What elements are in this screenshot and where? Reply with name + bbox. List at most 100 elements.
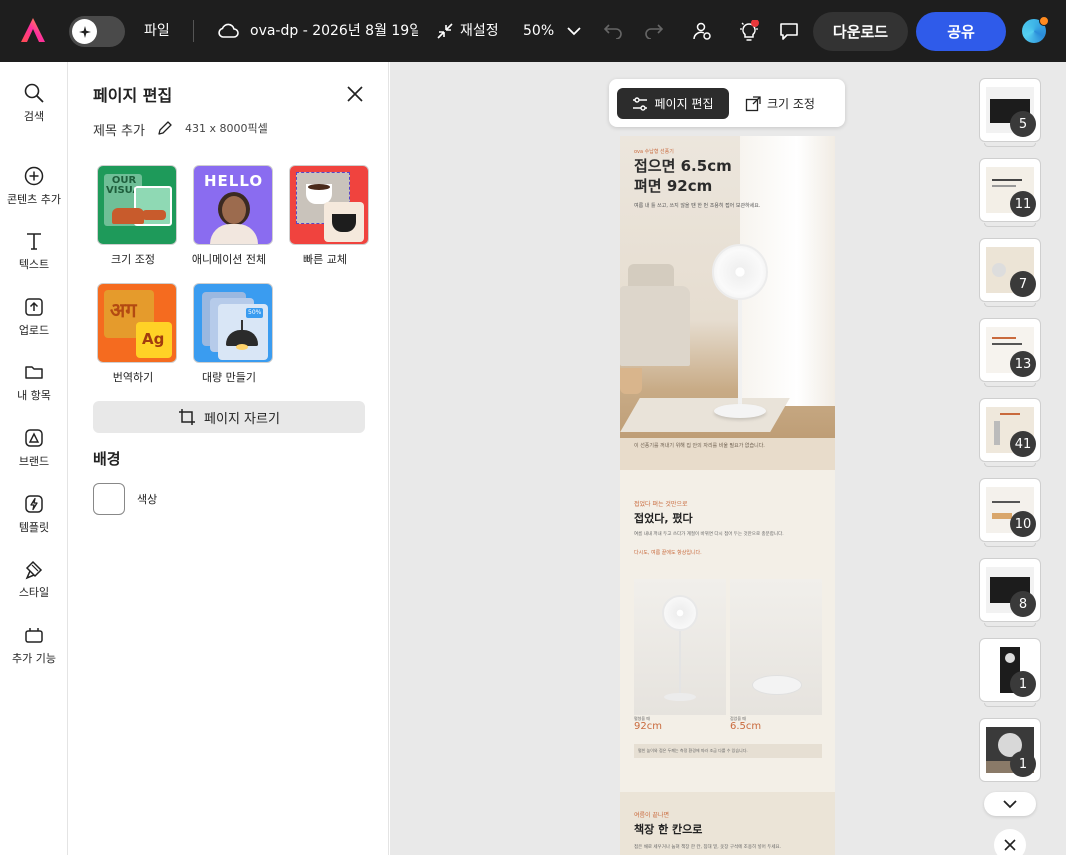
background-color-swatch[interactable] xyxy=(93,483,125,515)
page-thumbnail[interactable]: 13 xyxy=(979,318,1041,387)
chevron-down-icon xyxy=(1003,800,1017,809)
collaborate-icon[interactable] xyxy=(690,19,714,43)
template-icon xyxy=(25,495,43,513)
rail-label: 스타일 xyxy=(18,586,50,599)
closed-value: 6.5cm xyxy=(730,721,762,732)
rail-item-brand[interactable]: 브랜드 xyxy=(0,427,68,469)
sparkle-icon xyxy=(72,19,97,44)
rail-label: 추가 기능 xyxy=(12,652,56,665)
page-toolbar: 페이지 편집 크기 조정 xyxy=(609,79,845,127)
cloud-icon[interactable] xyxy=(216,19,240,43)
crop-icon xyxy=(179,409,196,425)
section-title: 접었다, 폈다 xyxy=(634,512,693,525)
crop-page-button[interactable]: 페이지 자르기 xyxy=(93,401,365,433)
tool-resize[interactable]: OUR VISUAL 크기 조정 xyxy=(85,165,181,267)
addons-icon xyxy=(25,628,43,643)
close-icon[interactable] xyxy=(345,84,365,104)
rail-item-my-items[interactable]: 내 항목 xyxy=(0,361,68,403)
file-menu[interactable]: 파일 xyxy=(144,0,170,62)
close-thumbnails-button[interactable] xyxy=(994,829,1026,855)
page-count-badge: 7 xyxy=(1010,271,1036,297)
search-icon xyxy=(24,83,44,103)
fan-image xyxy=(712,244,768,300)
sliders-icon xyxy=(633,96,648,111)
hero-title-line: 펴면 92cm xyxy=(634,177,713,195)
resize-button[interactable]: 크기 조정 xyxy=(745,88,835,119)
page-thumbnail[interactable]: 5 xyxy=(979,78,1041,147)
plus-circle-icon xyxy=(24,166,44,186)
section-kicker: 여름이 끝나면 xyxy=(634,812,670,819)
rail-item-addons[interactable]: 추가 기능 xyxy=(0,624,68,666)
tool-label: 애니메이션 전체 xyxy=(191,253,267,266)
divider xyxy=(193,20,194,42)
page-count-badge: 11 xyxy=(1010,191,1036,217)
panel-title: 페이지 편집 xyxy=(93,86,173,105)
rail-item-search[interactable]: 검색 xyxy=(0,82,68,124)
rail-item-text[interactable]: 텍스트 xyxy=(0,230,68,272)
tool-label: 크기 조정 xyxy=(111,253,155,266)
page-count-badge: 1 xyxy=(1010,671,1036,697)
collapse-arrows-icon[interactable] xyxy=(433,19,457,43)
tool-translate[interactable]: अग Ag 번역하기 xyxy=(85,283,181,385)
tool-animate-all[interactable]: HELLO 애니메이션 전체 xyxy=(181,165,277,267)
close-icon xyxy=(1004,839,1016,851)
generate-toggle[interactable] xyxy=(69,16,125,47)
page-thumbnail[interactable]: 11 xyxy=(979,158,1041,227)
redo-icon[interactable] xyxy=(642,19,666,43)
bulk-thumbnail: 50% xyxy=(193,283,273,363)
tool-label: 대량 만들기 xyxy=(201,371,257,384)
comment-icon[interactable] xyxy=(777,19,801,43)
thumb-text: अग xyxy=(110,298,137,322)
lightbulb-icon[interactable] xyxy=(737,19,761,43)
rail-item-add-content[interactable]: 콘텐츠 추가 xyxy=(0,165,68,207)
rail-item-templates[interactable]: 템플릿 xyxy=(0,493,68,535)
design-page[interactable]: 이 선풍기를 꺼내기 위해 집 안의 자리를 비울 필요가 없습니다. ova … xyxy=(620,136,835,855)
canvas-area[interactable]: 페이지 편집 크기 조정 이 선풍기를 꺼내기 위해 집 안의 자리를 비울 필… xyxy=(390,62,1066,855)
share-button[interactable]: 공유 xyxy=(916,12,1006,51)
thumb-text: HELLO xyxy=(204,172,264,190)
tool-bulk-create[interactable]: 50% 대량 만들기 xyxy=(181,283,277,385)
hero-kicker: ova 수납형 선풍기 xyxy=(634,149,674,155)
document-title[interactable]: ova-dp - 2026년 8월 19일 1! xyxy=(250,0,418,62)
hero-subtitle: 여름 내 틀 쓰고, 쓰지 않을 땐 한 번 조용히 접어 보관하세요. xyxy=(634,203,761,209)
page-thumbnail[interactable]: 1 xyxy=(979,718,1041,782)
avatar[interactable] xyxy=(1022,16,1049,43)
rail-label: 텍스트 xyxy=(18,258,50,271)
translate-thumbnail: अग Ag xyxy=(97,283,177,363)
rail-label: 검색 xyxy=(23,110,45,123)
page-count-badge: 1 xyxy=(1010,751,1036,777)
add-title-label[interactable]: 제목 추가 xyxy=(93,120,145,139)
rug xyxy=(620,398,790,432)
page-count-badge: 13 xyxy=(1010,351,1036,377)
tool-quick-swap[interactable]: 빠른 교체 xyxy=(277,165,373,267)
page-thumbnail[interactable]: 41 xyxy=(979,398,1041,467)
open-value: 92cm xyxy=(634,721,662,732)
section-title: 책장 한 칸으로 xyxy=(634,823,703,836)
swap-thumbnail xyxy=(289,165,369,245)
section-accent-text: 다시도, 여름 끝에도 항상입니다. xyxy=(634,550,702,556)
undo-icon[interactable] xyxy=(601,19,625,43)
rail-item-style[interactable]: 스타일 xyxy=(0,558,68,600)
rail-item-upload[interactable]: 업로드 xyxy=(0,296,68,338)
color-label: 색상 xyxy=(137,493,158,506)
adobe-express-logo[interactable] xyxy=(20,17,46,43)
page-thumbnail[interactable]: 10 xyxy=(979,478,1041,547)
edit-page-label: 페이지 편집 xyxy=(654,97,714,111)
download-button[interactable]: 다운로드 xyxy=(813,12,908,51)
hero-strip-text: 이 선풍기를 꺼내기 위해 집 안의 자리를 비울 필요가 없습니다. xyxy=(634,443,765,449)
page-thumbnail[interactable]: 7 xyxy=(979,238,1041,307)
brand-icon xyxy=(25,429,43,447)
page-thumbnail[interactable]: 1 xyxy=(979,638,1041,707)
page-thumbnail[interactable]: 8 xyxy=(979,558,1041,627)
fan-base xyxy=(714,404,766,418)
hero-title-line: 접으면 6.5cm xyxy=(634,157,732,175)
reset-button[interactable]: 재설정 xyxy=(460,0,499,62)
pencil-icon[interactable] xyxy=(157,120,173,136)
edit-page-button[interactable]: 페이지 편집 xyxy=(617,88,729,119)
zoom-level[interactable]: 50% xyxy=(523,0,554,62)
fan-pole xyxy=(738,300,742,410)
scroll-down-button[interactable] xyxy=(984,792,1036,816)
background-section-title: 배경 xyxy=(93,450,121,468)
chevron-down-icon[interactable] xyxy=(562,19,586,43)
notification-dot xyxy=(1039,16,1049,26)
